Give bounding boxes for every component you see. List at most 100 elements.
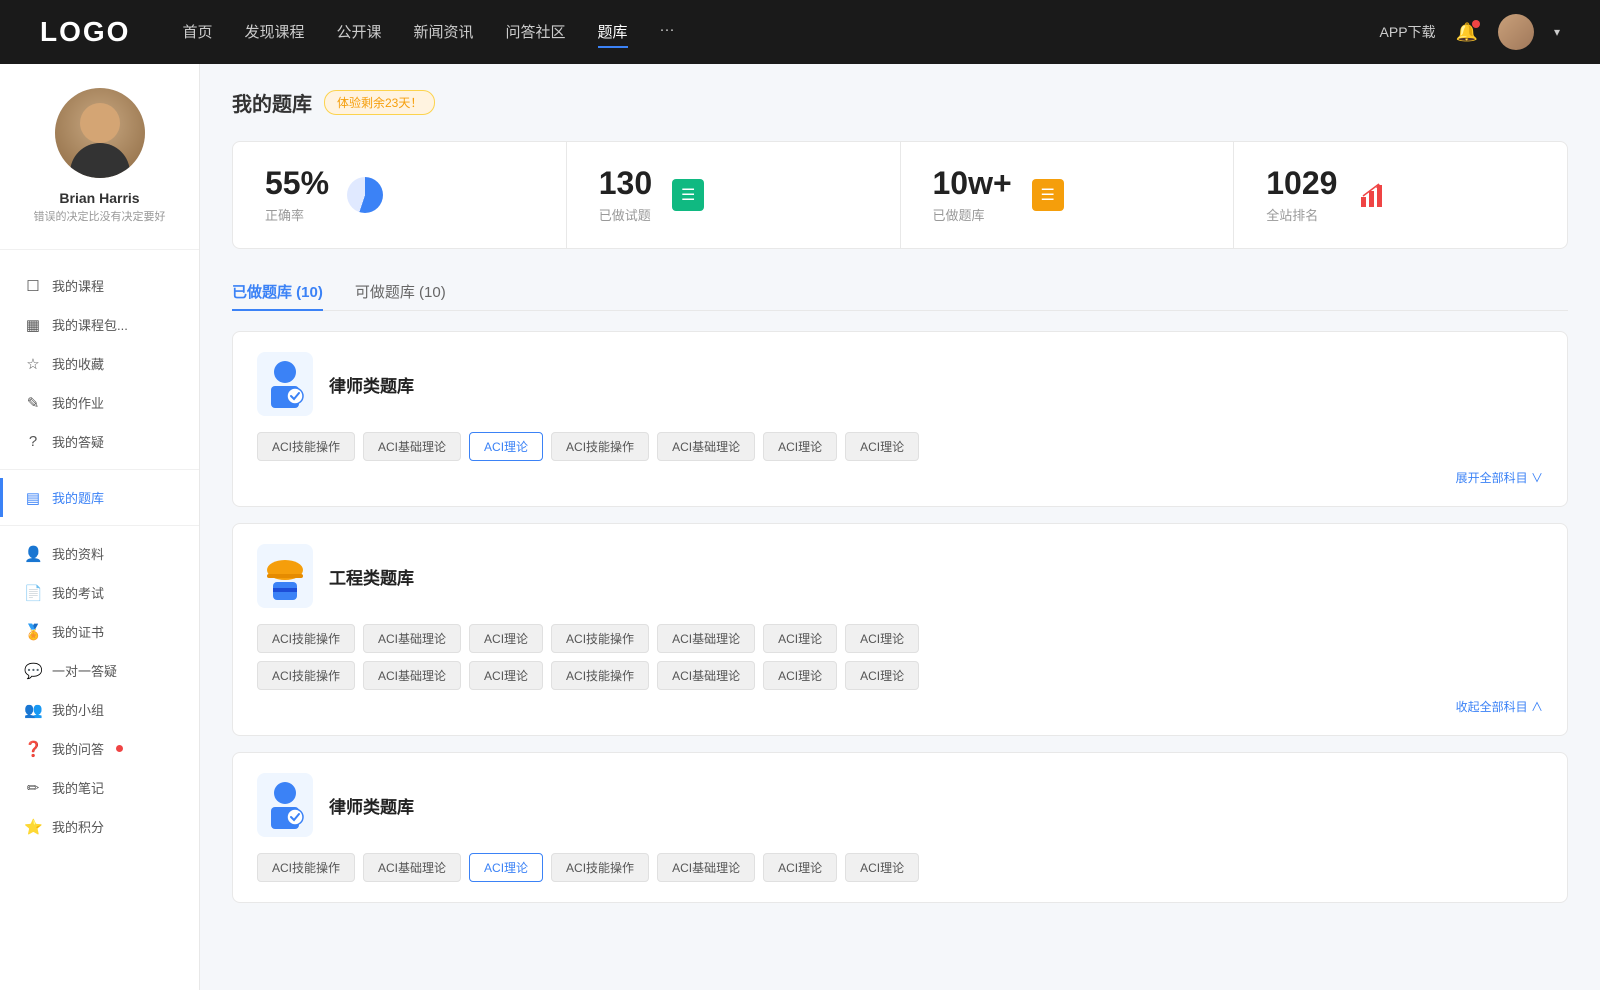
quiz-bank-tags-0: ACI技能操作 ACI基础理论 ACI理论 ACI技能操作 ACI基础理论 AC… [257,432,1543,461]
stat-accuracy-label: 正确率 [265,205,329,224]
yellow-list-icon: ☰ [1032,179,1064,211]
pie-chart [347,177,383,213]
quiz-bank-icon-engineer [257,544,313,608]
stat-questions-done: 130 已做试题 ☰ [567,142,901,248]
tag-1-1[interactable]: ACI基础理论 [363,624,461,653]
tag-1-9[interactable]: ACI理论 [469,661,543,690]
nav-qa[interactable]: 问答社区 [506,17,566,48]
tag-1-4[interactable]: ACI基础理论 [657,624,755,653]
quiz-bank-title-0: 律师类题库 [329,372,414,397]
sidebar-item-my-courses[interactable]: ☐ 我的课程 [0,266,199,305]
document-icon: ☐ [24,277,42,295]
tag-0-4[interactable]: ACI基础理论 [657,432,755,461]
tag-1-0[interactable]: ACI技能操作 [257,624,355,653]
stat-ranking: 1029 全站排名 [1234,142,1567,248]
tag-2-2[interactable]: ACI理论 [469,853,543,882]
quiz-bank-title-1: 工程类题库 [329,564,414,589]
tag-1-7[interactable]: ACI技能操作 [257,661,355,690]
notification-bell[interactable]: 🔔 [1456,22,1478,43]
sidebar-item-notes[interactable]: ✏ 我的笔记 [0,768,199,807]
collapse-link-1[interactable]: 收起全部科目 ∧ [1456,698,1543,715]
tag-1-13[interactable]: ACI理论 [845,661,919,690]
sidebar-item-quiz-bank[interactable]: ▤ 我的题库 [0,478,199,517]
quiz-tabs: 已做题库 (10) 可做题库 (10) [232,273,1568,311]
trial-badge: 体验剩余23天！ [324,90,435,115]
navbar-right: APP下载 🔔 ▾ [1380,14,1560,50]
quiz-bank-card-1: 工程类题库 ACI技能操作 ACI基础理论 ACI理论 ACI技能操作 ACI基… [232,523,1568,736]
tab-done-banks[interactable]: 已做题库 (10) [232,273,323,310]
tag-0-1[interactable]: ACI基础理论 [363,432,461,461]
sidebar: Brian Harris 错误的决定比没有决定要好 ☐ 我的课程 ▦ 我的课程包… [0,64,200,990]
sidebar-profile: Brian Harris 错误的决定比没有决定要好 [0,88,199,250]
exam-icon: 📄 [24,584,42,602]
quiz-bank-card-0: 律师类题库 ACI技能操作 ACI基础理论 ACI理论 ACI技能操作 ACI基… [232,331,1568,507]
sidebar-item-group[interactable]: 👥 我的小组 [0,690,199,729]
tag-1-12[interactable]: ACI理论 [763,661,837,690]
sidebar-item-profile[interactable]: 👤 我的资料 [0,534,199,573]
chevron-down-icon[interactable]: ▾ [1554,25,1560,39]
app-download[interactable]: APP下载 [1380,22,1436,42]
nav-quizbank[interactable]: 题库 [598,17,628,48]
sidebar-item-answers[interactable]: ? 我的答疑 [0,422,199,461]
quiz-bank-icon-lawyer [257,352,313,416]
ranking-icon [1353,175,1393,215]
expand-link-0[interactable]: 展开全部科目 ∨ [1456,469,1543,486]
sidebar-motto: 错误的决定比没有决定要好 [34,210,166,225]
points-icon: ⭐ [24,818,42,836]
tag-1-3[interactable]: ACI技能操作 [551,624,649,653]
tag-1-6[interactable]: ACI理论 [845,624,919,653]
nav-home[interactable]: 首页 [182,17,212,48]
tag-0-6[interactable]: ACI理论 [845,432,919,461]
tag-0-5[interactable]: ACI理论 [763,432,837,461]
sidebar-item-favorites[interactable]: ☆ 我的收藏 [0,344,199,383]
page-title: 我的题库 [232,88,312,117]
sidebar-item-points[interactable]: ⭐ 我的积分 [0,807,199,846]
tag-2-4[interactable]: ACI基础理论 [657,853,755,882]
notes-icon: ✏ [24,779,42,797]
sidebar-item-homework[interactable]: ✎ 我的作业 [0,383,199,422]
tag-0-3[interactable]: ACI技能操作 [551,432,649,461]
tag-1-5[interactable]: ACI理论 [763,624,837,653]
tab-available-banks[interactable]: 可做题库 (10) [355,273,446,310]
star-icon: ☆ [24,355,42,373]
stat-banks-label: 已做题库 [933,205,1012,224]
sidebar-menu: ☐ 我的课程 ▦ 我的课程包... ☆ 我的收藏 ✎ 我的作业 ? 我的答疑 ▤ [0,266,199,846]
nav-opencourse[interactable]: 公开课 [336,17,381,48]
tag-1-8[interactable]: ACI基础理论 [363,661,461,690]
layout: Brian Harris 错误的决定比没有决定要好 ☐ 我的课程 ▦ 我的课程包… [0,64,1600,990]
tag-0-2[interactable]: ACI理论 [469,432,543,461]
chat-icon: 💬 [24,662,42,680]
tag-2-6[interactable]: ACI理论 [845,853,919,882]
tag-2-5[interactable]: ACI理论 [763,853,837,882]
nav-discover[interactable]: 发现课程 [244,17,304,48]
stat-banks-done: 10w+ 已做题库 ☰ [901,142,1235,248]
stat-accuracy-number: 55% [265,166,329,201]
tag-1-2[interactable]: ACI理论 [469,624,543,653]
tag-0-0[interactable]: ACI技能操作 [257,432,355,461]
group-icon: 👥 [24,701,42,719]
qa-icon: ❓ [24,740,42,758]
quiz-bank-title-2: 律师类题库 [329,793,414,818]
tag-2-1[interactable]: ACI基础理论 [363,853,461,882]
questions-icon: ☰ [668,175,708,215]
tag-1-10[interactable]: ACI技能操作 [551,661,649,690]
red-chart-icon [1357,179,1389,211]
sidebar-item-one-on-one[interactable]: 💬 一对一答疑 [0,651,199,690]
stat-ranking-number: 1029 [1266,166,1337,201]
nav-news[interactable]: 新闻资讯 [414,17,474,48]
edit-icon: ✎ [24,394,42,412]
sidebar-item-course-package[interactable]: ▦ 我的课程包... [0,305,199,344]
avatar[interactable] [1498,14,1534,50]
tag-2-3[interactable]: ACI技能操作 [551,853,649,882]
tag-2-0[interactable]: ACI技能操作 [257,853,355,882]
tag-1-11[interactable]: ACI基础理论 [657,661,755,690]
sidebar-item-exam[interactable]: 📄 我的考试 [0,573,199,612]
green-list-icon: ☰ [672,179,704,211]
grid-icon: ▦ [24,316,42,334]
nav-more[interactable]: ··· [660,17,675,48]
sidebar-item-certificate[interactable]: 🏅 我的证书 [0,612,199,651]
stat-ranking-label: 全站排名 [1266,205,1337,224]
notification-dot [1472,20,1480,28]
stat-banks-number: 10w+ [933,166,1012,201]
sidebar-item-my-qa[interactable]: ❓ 我的问答 [0,729,199,768]
